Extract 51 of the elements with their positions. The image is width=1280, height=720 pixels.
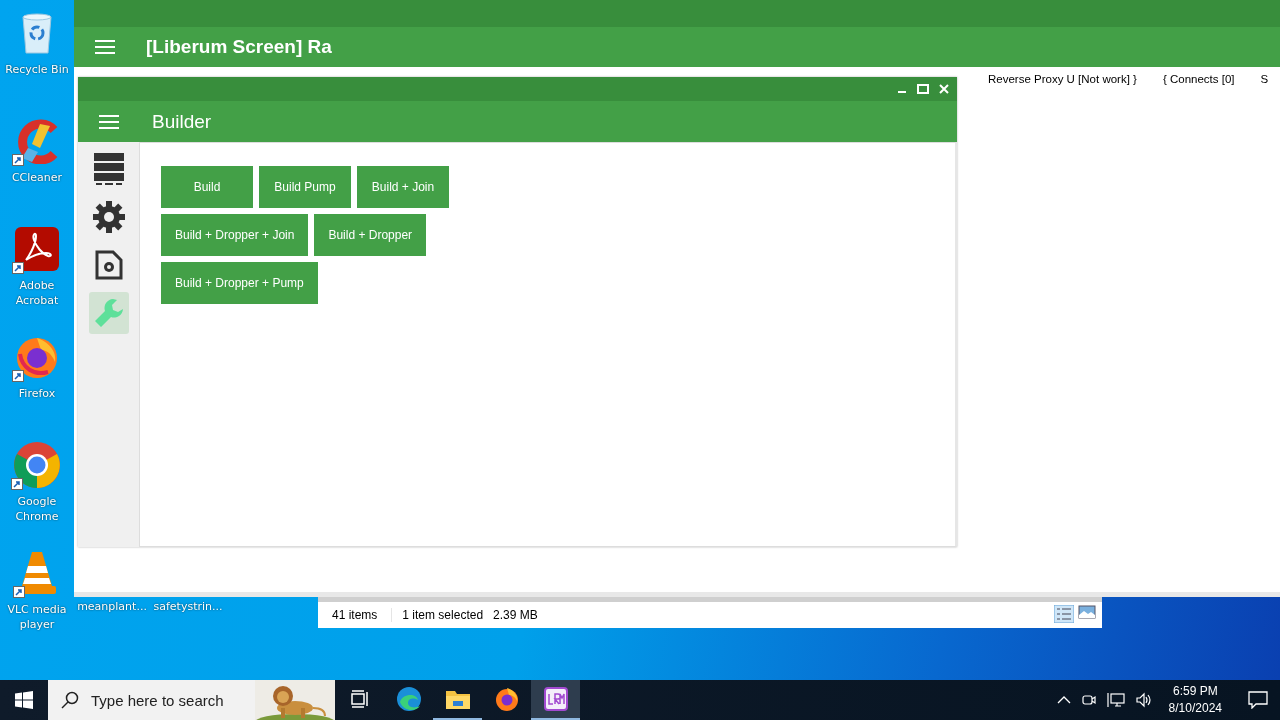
search-input[interactable]: Type here to search: [91, 691, 246, 709]
desktop-icon-label[interactable]: safetystrin...: [150, 600, 226, 613]
close-icon[interactable]: [939, 84, 949, 94]
build-button[interactable]: Build + Dropper + Pump: [161, 262, 318, 304]
folder-icon[interactable]: [444, 688, 471, 710]
file-size: 2.39 MB: [492, 608, 538, 622]
volume-icon[interactable]: [1134, 692, 1153, 708]
desktop-icon-label[interactable]: Recycle Bin: [2, 62, 72, 77]
search-icon: [61, 691, 79, 709]
clock-time[interactable]: 6:59 PM: [1172, 683, 1218, 700]
desktop-icon-label[interactable]: VLC media player: [2, 602, 72, 632]
desktop-icon-label[interactable]: Adobe Acrobat: [2, 278, 72, 308]
chevron-up-icon[interactable]: [1056, 696, 1071, 704]
desktop-icon-label[interactable]: Firefox: [2, 386, 72, 401]
build-button[interactable]: Build + Join: [357, 166, 449, 208]
desktop-icon-label[interactable]: CCleaner: [2, 170, 72, 185]
app-logo-icon[interactable]: [543, 687, 568, 711]
thumbnail-view-icon[interactable]: [1078, 605, 1096, 619]
shortcut-arrow-icon: [12, 262, 24, 274]
chrome-icon: [13, 441, 61, 489]
shortcut-arrow-icon: [12, 370, 24, 382]
windows-start-icon[interactable]: [15, 691, 33, 709]
maximize-icon[interactable]: [917, 84, 929, 94]
shortcut-arrow-icon: [12, 154, 24, 166]
desktop-icon-label[interactable]: meanplant...: [74, 600, 150, 613]
file-settings-icon[interactable]: [94, 250, 123, 280]
build-button[interactable]: Build + Dropper: [314, 214, 427, 256]
selection-info: 1 item selected: [401, 608, 484, 622]
pdf-icon: [14, 226, 60, 272]
clock-date[interactable]: 8/10/2024: [1168, 700, 1222, 717]
network-icon[interactable]: [1106, 692, 1125, 708]
task-view-icon[interactable]: [349, 690, 370, 708]
search-field[interactable]: Type here to search: [48, 680, 335, 720]
build-button[interactable]: Build: [161, 166, 253, 208]
item-count: 41 items: [318, 608, 393, 622]
edge-icon[interactable]: [395, 686, 422, 712]
menu-item[interactable]: Reverse Proxy U [Not work] }: [988, 72, 1137, 85]
menu-item[interactable]: { Connects [0]: [1162, 72, 1235, 85]
build-button[interactable]: Build Pump: [259, 166, 351, 208]
camera-icon[interactable]: [1080, 692, 1097, 708]
desktop-icon-label[interactable]: Google Chrome: [2, 494, 72, 524]
menu-icon[interactable]: [95, 39, 115, 55]
shortcut-arrow-icon: [13, 586, 25, 598]
build-button[interactable]: Build + Dropper + Join: [161, 214, 309, 256]
shortcut-arrow-icon: [11, 478, 23, 490]
firefox-icon[interactable]: [493, 686, 520, 712]
menu-item[interactable]: S: [1260, 72, 1269, 85]
notification-icon[interactable]: [1248, 691, 1268, 709]
menu-icon[interactable]: [99, 113, 119, 130]
builder-title: Builder: [152, 110, 212, 133]
window-title: [Liberum Screen] Ra: [146, 36, 332, 58]
